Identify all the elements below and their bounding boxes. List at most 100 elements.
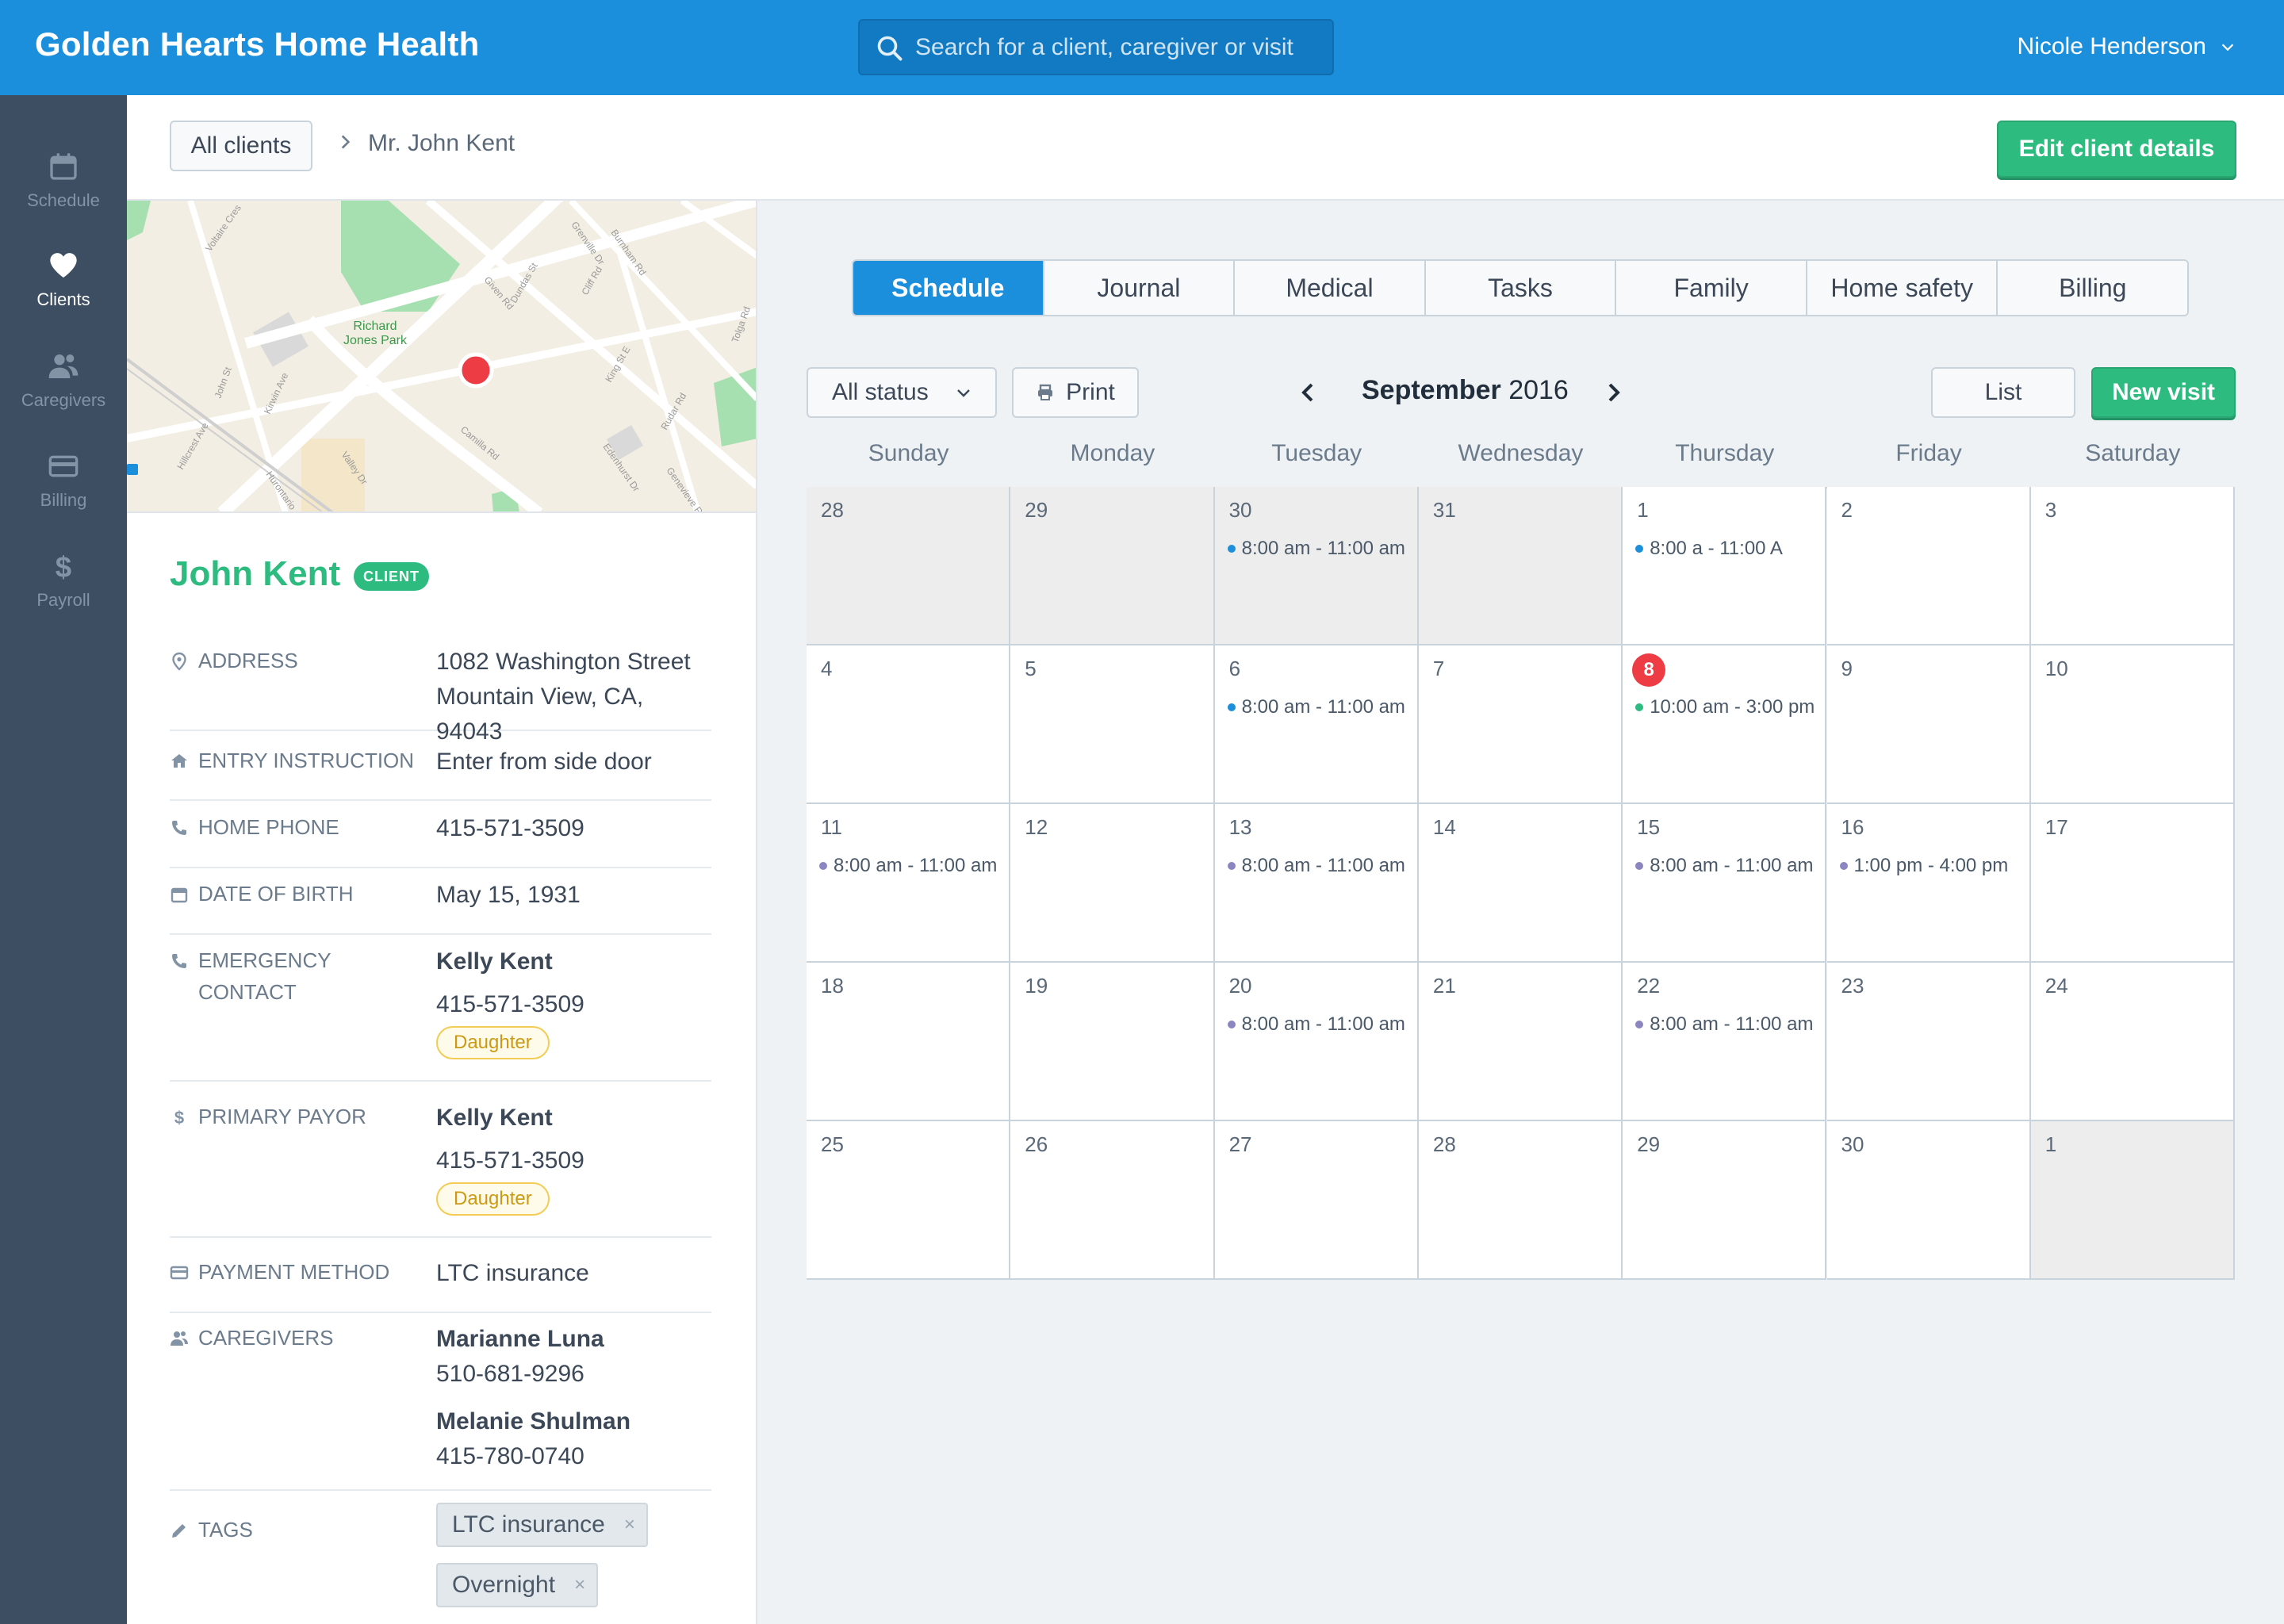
brand-title[interactable]: Golden Hearts Home Health	[35, 25, 479, 63]
visit-time: 8:00 am - 11:00 am	[834, 855, 998, 876]
field-label: Tags	[198, 1518, 253, 1542]
calendar-day-cell[interactable]: 5	[1010, 645, 1215, 804]
calendar-day-cell[interactable]: 10	[2030, 645, 2236, 804]
calendar-day-cell[interactable]: 19	[1010, 963, 1215, 1121]
calendar-day-cell[interactable]: 30	[1826, 1121, 2031, 1280]
chevron-left-icon[interactable]	[1292, 377, 1324, 408]
chevron-right-icon[interactable]	[1598, 377, 1630, 408]
all-clients-button[interactable]: All clients	[170, 121, 312, 171]
status-filter-dropdown[interactable]: All status	[807, 367, 997, 418]
visit-entry[interactable]: 8:00 am - 11:00 am	[1227, 538, 1405, 560]
calendar-day-cell[interactable]: 23	[1826, 963, 2031, 1121]
search-input[interactable]	[915, 21, 1320, 74]
nav-item-payroll[interactable]: $ Payroll	[0, 550, 127, 638]
tab-tasks[interactable]: Tasks	[1425, 261, 1617, 315]
calendar-day-cell[interactable]: 15 8:00 am - 11:00 am	[1623, 804, 1827, 963]
caregiver-name[interactable]: Marianne Luna	[436, 1326, 604, 1352]
day-number: 24	[2044, 974, 2068, 998]
calendar-day-cell[interactable]: 31	[1418, 487, 1623, 645]
caregiver-phone[interactable]: 415-780-0740	[436, 1439, 630, 1474]
visit-entry[interactable]: 8:00 am - 11:00 am	[1227, 1013, 1405, 1036]
calendar-day-cell[interactable]: 3	[2030, 487, 2236, 645]
calendar-day-cell[interactable]: 20 8:00 am - 11:00 am	[1214, 963, 1419, 1121]
nav-item-billing[interactable]: Billing	[0, 450, 127, 538]
caregiver-phone[interactable]: 510-681-9296	[436, 1357, 630, 1392]
calendar-day-cell[interactable]: 24	[2030, 963, 2236, 1121]
calendar-day-cell[interactable]: 28	[807, 487, 1011, 645]
visit-entry[interactable]: 8:00 am - 11:00 am	[1227, 855, 1405, 877]
dollar-icon: $	[56, 550, 71, 582]
address-line1: 1082 Washington Street	[436, 649, 691, 675]
client-map[interactable]: Richard Jones Park Voltaire Cres Grenvil…	[127, 201, 756, 513]
visit-status-dot	[1635, 862, 1644, 870]
calendar-day-cell[interactable]: 12	[1010, 804, 1215, 963]
tab-billing[interactable]: Billing	[1998, 261, 2187, 315]
calendar-day-cell[interactable]: 8 10:00 am - 3:00 pm	[1623, 645, 1827, 804]
visit-entry[interactable]: 10:00 am - 3:00 pm	[1635, 696, 1815, 718]
search-box[interactable]	[858, 19, 1334, 75]
users-icon	[48, 354, 79, 378]
tab-schedule[interactable]: Schedule	[853, 261, 1044, 315]
caregiver-name[interactable]: Melanie Shulman	[436, 1408, 630, 1434]
visit-entry[interactable]: 8:00 am - 11:00 am	[819, 855, 997, 877]
visit-entry[interactable]: 8:00 am - 11:00 am	[1635, 1013, 1814, 1036]
calendar-day-cell[interactable]: 21	[1418, 963, 1623, 1121]
print-button[interactable]: Print	[1012, 367, 1139, 418]
chevron-down-icon	[957, 389, 970, 397]
nav-item-schedule[interactable]: Schedule	[0, 151, 127, 238]
visit-time: 8:00 am - 11:00 am	[1241, 1013, 1405, 1035]
calendar-day-cell[interactable]: 11 8:00 am - 11:00 am	[807, 804, 1011, 963]
calendar-day-cell[interactable]: 16 1:00 pm - 4:00 pm	[1826, 804, 2031, 963]
tab-journal[interactable]: Journal	[1044, 261, 1236, 315]
tag-chip[interactable]: Overnight ×	[436, 1563, 599, 1607]
payor-phone[interactable]: 415-571-3509	[436, 1143, 584, 1178]
visit-entry[interactable]: 1:00 pm - 4:00 pm	[1839, 855, 2008, 877]
visit-entry[interactable]: 8:00 a - 11:00 A	[1635, 538, 1783, 560]
calendar-day-cell[interactable]: 4	[807, 645, 1011, 804]
close-icon[interactable]: ×	[624, 1504, 635, 1545]
tab-home-safety[interactable]: Home safety	[1807, 261, 1998, 315]
visit-time: 10:00 am - 3:00 pm	[1650, 696, 1815, 718]
calendar-day-cell[interactable]: 9	[1826, 645, 2031, 804]
calendar-day-cell[interactable]: 14	[1418, 804, 1623, 963]
calendar-day-cell[interactable]: 29	[1623, 1121, 1827, 1280]
calendar-day-cell[interactable]: 17	[2030, 804, 2236, 963]
visit-entry[interactable]: 8:00 am - 11:00 am	[1227, 696, 1405, 718]
visit-entry[interactable]: 8:00 am - 11:00 am	[1635, 855, 1814, 877]
calendar-day-cell[interactable]: 30 8:00 am - 11:00 am	[1214, 487, 1419, 645]
tab-family[interactable]: Family	[1616, 261, 1807, 315]
calendar-day-cell[interactable]: 7	[1418, 645, 1623, 804]
calendar-day-cell[interactable]: 1 8:00 a - 11:00 A	[1623, 487, 1827, 645]
calendar-day-cell[interactable]: 13 8:00 am - 11:00 am	[1214, 804, 1419, 963]
calendar-day-cell[interactable]: 1	[2030, 1121, 2236, 1280]
relation-badge: Daughter	[436, 1026, 550, 1059]
payor-name: Kelly Kent	[436, 1105, 553, 1131]
close-icon[interactable]: ×	[574, 1565, 585, 1606]
list-view-button[interactable]: List	[1931, 367, 2075, 418]
tag-chip[interactable]: LTC insurance ×	[436, 1503, 648, 1547]
visit-status-dot	[1227, 545, 1236, 553]
calendar-day-cell[interactable]: 22 8:00 am - 11:00 am	[1623, 963, 1827, 1121]
home-phone-value[interactable]: 415-571-3509	[436, 811, 584, 846]
tab-medical[interactable]: Medical	[1235, 261, 1426, 315]
calendar-day-cell[interactable]: 26	[1010, 1121, 1215, 1280]
edit-client-button[interactable]: Edit client details	[1997, 121, 2236, 178]
emergency-contact-phone[interactable]: 415-571-3509	[436, 987, 584, 1022]
visit-status-dot	[819, 862, 827, 870]
breadcrumb-current: Mr. John Kent	[368, 130, 515, 156]
user-menu[interactable]: Nicole Henderson	[2018, 33, 2236, 60]
calendar-day-cell[interactable]: 6 8:00 am - 11:00 am	[1214, 645, 1419, 804]
tag-label: Overnight	[452, 1572, 556, 1598]
address-line2: Mountain View, CA, 94043	[436, 684, 644, 745]
calendar-day-cell[interactable]: 2	[1826, 487, 2031, 645]
nav-item-clients[interactable]: Clients	[0, 250, 127, 337]
nav-item-caregivers[interactable]: Caregivers	[0, 350, 127, 438]
calendar-day-cell[interactable]: 28	[1418, 1121, 1623, 1280]
calendar-day-cell[interactable]: 27	[1214, 1121, 1419, 1280]
calendar-day-cell[interactable]: 18	[807, 963, 1011, 1121]
calendar-day-cell[interactable]: 25	[807, 1121, 1011, 1280]
weekday-label: Saturday	[2085, 440, 2181, 466]
calendar-day-cell[interactable]: 29	[1010, 487, 1215, 645]
field-label: Address	[198, 649, 298, 672]
new-visit-button[interactable]: New visit	[2091, 367, 2236, 418]
